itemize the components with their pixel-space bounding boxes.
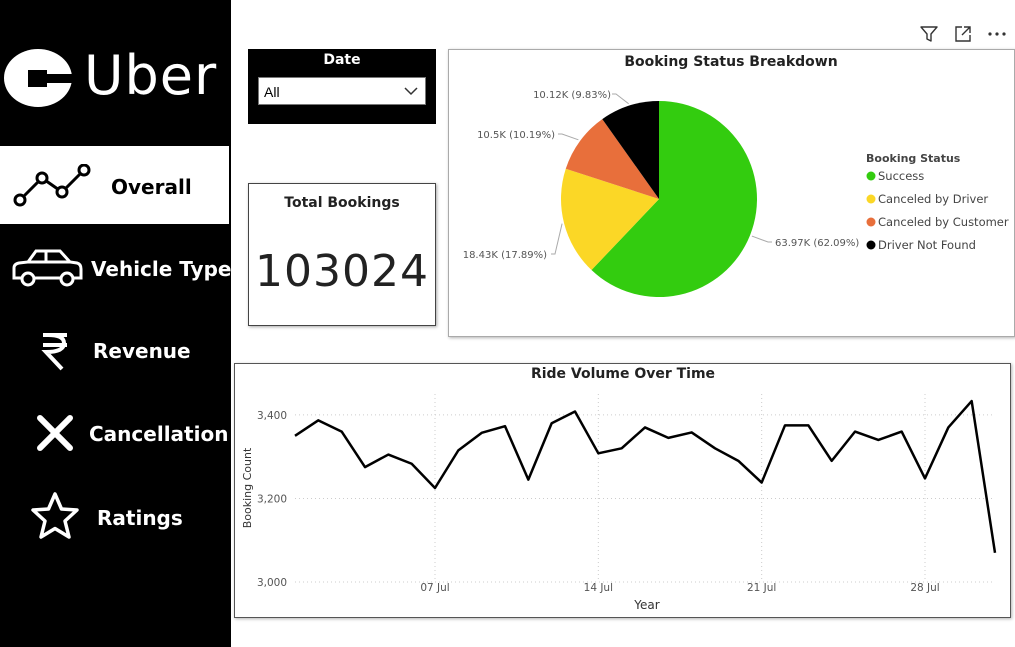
- data-point[interactable]: [759, 480, 765, 486]
- booking-status-chart[interactable]: Booking Status Breakdown 63.97K (62.09%) 1…: [448, 49, 1015, 337]
- data-point[interactable]: [595, 450, 601, 456]
- nav-item-overall[interactable]: Overall: [0, 146, 229, 224]
- dashboard: Uber Overall Vehicle Type Revenue Cancel…: [0, 0, 1015, 647]
- data-point[interactable]: [642, 424, 648, 430]
- line-chart-svg: Ride Volume Over Time 3,000 3,200 3,400 07 J…: [241, 366, 998, 612]
- pie-leader-line: [551, 223, 563, 255]
- y-axis-title: Booking Count: [241, 447, 254, 528]
- sidebar: Uber Overall Vehicle Type Revenue Cancel…: [0, 0, 231, 647]
- pie-leader-line: [751, 235, 772, 243]
- nav-label-overall: Overall: [111, 175, 192, 199]
- data-point[interactable]: [852, 429, 858, 435]
- data-point[interactable]: [782, 422, 788, 428]
- data-point[interactable]: [665, 435, 671, 441]
- data-point[interactable]: [689, 429, 695, 435]
- nav-item-revenue[interactable]: Revenue: [0, 312, 229, 390]
- legend-swatch: [866, 240, 876, 250]
- kpi-value: 103024: [255, 246, 429, 297]
- car-icon: [10, 246, 84, 294]
- legend-item[interactable]: Success: [878, 169, 924, 183]
- kpi-title: Total Bookings: [284, 195, 400, 211]
- pie-data-label: 63.97K (62.09%): [775, 238, 859, 249]
- nav-label-cancellation: Cancellation: [89, 422, 229, 446]
- x-tick-label: 07 Jul: [420, 582, 449, 594]
- pie-data-label: 10.5K (10.19%): [477, 130, 555, 141]
- visual-toolbar: [919, 24, 1007, 48]
- y-tick-label: 3,400: [257, 410, 287, 422]
- data-point[interactable]: [945, 424, 951, 430]
- data-point[interactable]: [875, 437, 881, 443]
- date-dropdown-value: All: [264, 84, 280, 100]
- pie-leader-line: [558, 133, 579, 141]
- data-point[interactable]: [549, 420, 555, 426]
- trend-line-icon: [12, 163, 92, 212]
- pie-leader-line: [612, 93, 629, 105]
- pie-chart-title: Booking Status Breakdown: [624, 54, 837, 70]
- more-options-icon[interactable]: [987, 24, 1007, 48]
- date-filter-title: Date: [323, 52, 361, 68]
- y-tick-label: 3,200: [257, 493, 287, 505]
- focus-mode-icon[interactable]: [953, 24, 973, 48]
- nav-item-cancellation[interactable]: Cancellation: [0, 394, 229, 472]
- data-point[interactable]: [385, 452, 391, 458]
- legend-swatch: [866, 217, 876, 227]
- data-point[interactable]: [735, 458, 741, 464]
- ride-volume-chart[interactable]: Ride Volume Over Time 3,000 3,200 3,400 07 J…: [234, 363, 1011, 618]
- data-point[interactable]: [432, 485, 438, 491]
- data-point[interactable]: [362, 464, 368, 470]
- data-point[interactable]: [969, 398, 975, 404]
- legend-swatch: [866, 171, 876, 181]
- data-point[interactable]: [922, 475, 928, 481]
- pie-data-label: 18.43K (17.89%): [463, 250, 547, 261]
- date-dropdown[interactable]: All: [258, 77, 426, 105]
- data-point[interactable]: [292, 433, 298, 439]
- rupee-icon: [40, 330, 70, 376]
- data-point[interactable]: [479, 430, 485, 436]
- total-bookings-card: Total Bookings 103024: [248, 183, 436, 326]
- data-point[interactable]: [339, 429, 345, 435]
- data-point[interactable]: [525, 477, 531, 483]
- date-filter: Date All: [248, 49, 436, 124]
- star-icon: [28, 490, 82, 546]
- data-point[interactable]: [992, 550, 998, 556]
- data-point[interactable]: [455, 447, 461, 453]
- x-axis-title: Year: [633, 598, 659, 612]
- filter-icon[interactable]: [919, 24, 939, 48]
- data-point[interactable]: [829, 458, 835, 464]
- chevron-down-icon: [403, 84, 419, 100]
- uber-logo-text: Uber: [84, 44, 218, 107]
- data-point[interactable]: [899, 429, 905, 435]
- data-point[interactable]: [502, 423, 508, 429]
- legend-swatch: [866, 194, 876, 204]
- x-tick-label: 21 Jul: [747, 582, 776, 594]
- data-point[interactable]: [805, 422, 811, 428]
- data-point[interactable]: [315, 417, 321, 423]
- data-point[interactable]: [619, 445, 625, 451]
- pie-chart-svg: Booking Status Breakdown 63.97K (62.09%) 1…: [463, 54, 1009, 297]
- legend-title: Booking Status: [866, 152, 961, 165]
- x-tick-label: 14 Jul: [584, 582, 613, 594]
- nav-label-ratings: Ratings: [97, 506, 183, 530]
- nav-item-vehicle-type[interactable]: Vehicle Type: [0, 228, 232, 306]
- nav-item-ratings[interactable]: Ratings: [0, 478, 229, 556]
- legend-item[interactable]: Canceled by Customer: [878, 215, 1009, 229]
- series-line[interactable]: [294, 399, 997, 553]
- nav-label-vehicle-type: Vehicle Type: [91, 257, 232, 281]
- nav-label-revenue: Revenue: [93, 339, 191, 363]
- legend-item[interactable]: Driver Not Found: [878, 238, 976, 252]
- close-icon: [35, 413, 75, 457]
- y-tick-label: 3,000: [257, 577, 287, 589]
- data-point[interactable]: [712, 445, 718, 451]
- pie-data-label: 10.12K (9.83%): [533, 90, 611, 101]
- uber-logo: Uber: [0, 40, 229, 112]
- line-chart-title: Ride Volume Over Time: [531, 366, 715, 382]
- x-tick-label: 28 Jul: [910, 582, 939, 594]
- uber-logo-mark-icon: [4, 49, 72, 107]
- data-point[interactable]: [572, 409, 578, 415]
- legend-item[interactable]: Canceled by Driver: [878, 192, 988, 206]
- data-point[interactable]: [409, 461, 415, 467]
